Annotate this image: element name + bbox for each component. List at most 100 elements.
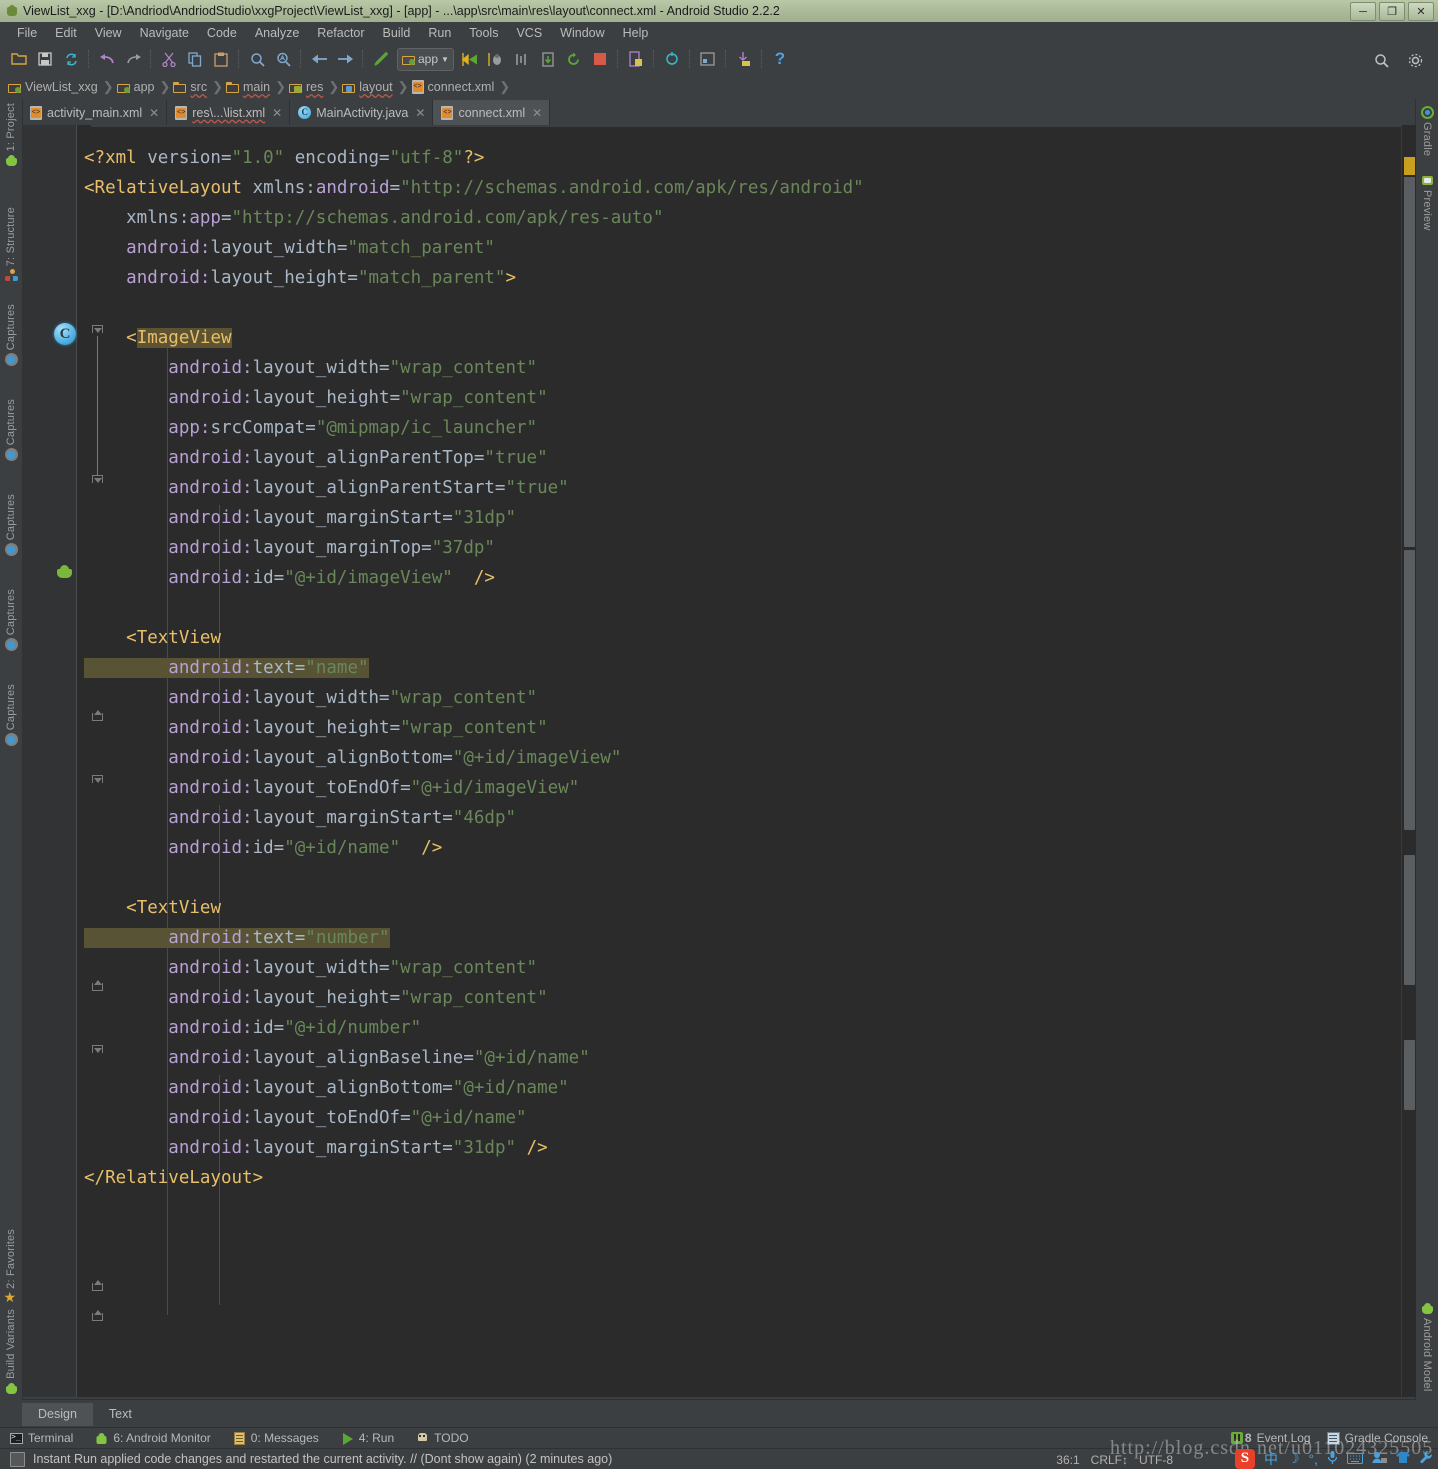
sync-gradle-icon[interactable] — [660, 47, 684, 71]
undo-icon[interactable] — [95, 47, 119, 71]
sidebar-item-build-variants[interactable]: Build Variants — [0, 1309, 22, 1398]
close-icon[interactable]: ✕ — [415, 106, 425, 120]
encoding-indicator[interactable]: UTF-8 — [1139, 1453, 1173, 1467]
ime-language-mode-icon[interactable]: 中 — [1264, 1449, 1278, 1469]
copy-icon[interactable] — [183, 47, 207, 71]
menu-refactor[interactable]: Refactor — [308, 25, 373, 41]
run-configuration-selector[interactable]: app ▼ — [397, 47, 454, 71]
navigate-back-icon[interactable] — [307, 47, 331, 71]
breadcrumb-item-layout[interactable]: layout — [342, 80, 395, 94]
menu-analyze[interactable]: Analyze — [246, 25, 308, 41]
maximize-button[interactable]: ❐ — [1379, 2, 1405, 21]
ime-keyboard-icon[interactable] — [1347, 1451, 1363, 1467]
build-icon[interactable] — [369, 47, 393, 71]
editor-tab-list-xml[interactable]: res\...\list.xml ✕ — [167, 100, 291, 125]
redo-icon[interactable] — [121, 47, 145, 71]
editor-scrollbar[interactable] — [1401, 125, 1416, 1397]
status-indicator-icon[interactable] — [10, 1451, 25, 1467]
sidebar-item-favorites[interactable]: 2: Favorites — [0, 1229, 22, 1308]
editor-tab-activity-main[interactable]: activity_main.xml ✕ — [22, 100, 168, 125]
sidebar-item-captures-3[interactable]: Captures — [0, 494, 22, 559]
bottom-item-run[interactable]: 4: Run — [341, 1431, 394, 1445]
sync-icon[interactable] — [59, 47, 83, 71]
breadcrumb-item-app[interactable]: app — [116, 80, 158, 94]
editor-tab-mainactivity-java[interactable]: MainActivity.java ✕ — [290, 100, 434, 125]
run-to-device-icon[interactable] — [536, 47, 560, 71]
stop-icon[interactable] — [588, 47, 612, 71]
bottom-item-android-monitor[interactable]: 6: Android Monitor — [95, 1431, 211, 1445]
sidebar-item-preview[interactable]: Preview — [1416, 171, 1438, 231]
close-button[interactable]: ✕ — [1408, 2, 1434, 21]
cut-icon[interactable] — [157, 47, 181, 71]
tab-design[interactable]: Design — [22, 1403, 93, 1426]
menu-edit[interactable]: Edit — [46, 25, 86, 41]
caret-position[interactable]: 36:1 — [1056, 1453, 1079, 1467]
close-icon[interactable]: ✕ — [272, 106, 282, 120]
sidebar-item-gradle[interactable]: Gradle — [1416, 103, 1438, 156]
run-button-icon[interactable] — [458, 47, 482, 71]
bottom-item-event-log[interactable]: 8 Event Log — [1230, 1431, 1311, 1445]
scrollbar-thumb[interactable] — [1404, 1040, 1415, 1110]
search-everywhere-icon[interactable] — [1369, 48, 1393, 72]
menu-file[interactable]: File — [8, 25, 46, 41]
breadcrumb-item-res[interactable]: res — [288, 80, 326, 94]
menu-build[interactable]: Build — [374, 25, 420, 41]
debug-button-icon[interactable] — [484, 47, 508, 71]
code-editor[interactable]: C <?xml version="1.0" encoding="utf-8"?>… — [22, 125, 1416, 1397]
sidebar-item-captures-5[interactable]: Captures — [0, 684, 22, 749]
scrollbar-thumb[interactable] — [1404, 177, 1415, 547]
minimize-button[interactable]: ─ — [1350, 2, 1376, 21]
ime-microphone-icon[interactable] — [1327, 1450, 1338, 1468]
ime-skin-icon[interactable] — [1396, 1451, 1410, 1467]
menu-run[interactable]: Run — [419, 25, 460, 41]
sidebar-item-captures-2[interactable]: Captures — [0, 399, 22, 464]
help-icon[interactable]: ? — [768, 47, 792, 71]
open-project-icon[interactable] — [7, 47, 31, 71]
avd-manager-icon[interactable] — [624, 47, 648, 71]
menu-navigate[interactable]: Navigate — [131, 25, 198, 41]
menu-code[interactable]: Code — [198, 25, 246, 41]
fold-marker-relativelayout-end[interactable] — [92, 1310, 103, 1321]
ime-tools-icon[interactable] — [1419, 1450, 1432, 1467]
sogou-ime-icon[interactable]: S — [1234, 1448, 1255, 1469]
save-all-icon[interactable] — [33, 47, 57, 71]
bottom-item-gradle-console[interactable]: Gradle Console — [1326, 1431, 1428, 1445]
sidebar-item-project[interactable]: 1: Project — [0, 103, 22, 170]
menu-window[interactable]: Window — [551, 25, 613, 41]
ime-user-icon[interactable] — [1372, 1451, 1387, 1467]
breadcrumb-item-src[interactable]: src — [173, 80, 210, 94]
close-icon[interactable]: ✕ — [149, 106, 159, 120]
breadcrumb-item-file[interactable]: connect.xml — [411, 80, 498, 94]
replace-icon[interactable] — [271, 47, 295, 71]
menu-help[interactable]: Help — [614, 25, 658, 41]
rerun-icon[interactable] — [562, 47, 586, 71]
layout-inspector-icon[interactable] — [696, 47, 720, 71]
editor-gutter[interactable] — [22, 125, 76, 1397]
scrollbar-warning-marker[interactable] — [1404, 157, 1415, 175]
find-icon[interactable] — [245, 47, 269, 71]
fold-marker-textview-2-end[interactable] — [92, 1280, 103, 1291]
paste-icon[interactable] — [209, 47, 233, 71]
sidebar-item-structure[interactable]: 7: Structure — [0, 207, 22, 285]
ime-punctuation-icon[interactable]: °, — [1309, 1451, 1319, 1467]
sidebar-item-captures-4[interactable]: Captures — [0, 589, 22, 654]
bottom-item-todo[interactable]: TODO — [416, 1431, 469, 1445]
close-icon[interactable]: ✕ — [532, 106, 542, 120]
class-marker-icon[interactable]: C — [54, 323, 76, 345]
navigate-forward-icon[interactable] — [333, 47, 357, 71]
breadcrumb-item-project[interactable]: ViewList_xxg — [8, 80, 101, 94]
settings-gear-icon[interactable] — [1403, 48, 1427, 72]
menu-view[interactable]: View — [86, 25, 131, 41]
bottom-item-messages[interactable]: 0: Messages — [233, 1431, 319, 1445]
sidebar-item-captures-1[interactable]: Captures — [0, 304, 22, 369]
tab-text[interactable]: Text — [92, 1403, 148, 1426]
sdk-manager-icon[interactable] — [732, 47, 756, 71]
menu-vcs[interactable]: VCS — [507, 25, 551, 41]
editor-tab-connect-xml[interactable]: connect.xml ✕ — [433, 100, 551, 125]
line-separator-indicator[interactable]: CRLF↕ — [1091, 1453, 1128, 1467]
breadcrumb-item-main[interactable]: main — [225, 80, 273, 94]
sidebar-item-android-model[interactable]: Android Model — [1416, 1299, 1438, 1392]
debug-attach-icon[interactable] — [510, 47, 534, 71]
scrollbar-thumb[interactable] — [1404, 550, 1415, 830]
scrollbar-thumb[interactable] — [1404, 855, 1415, 985]
